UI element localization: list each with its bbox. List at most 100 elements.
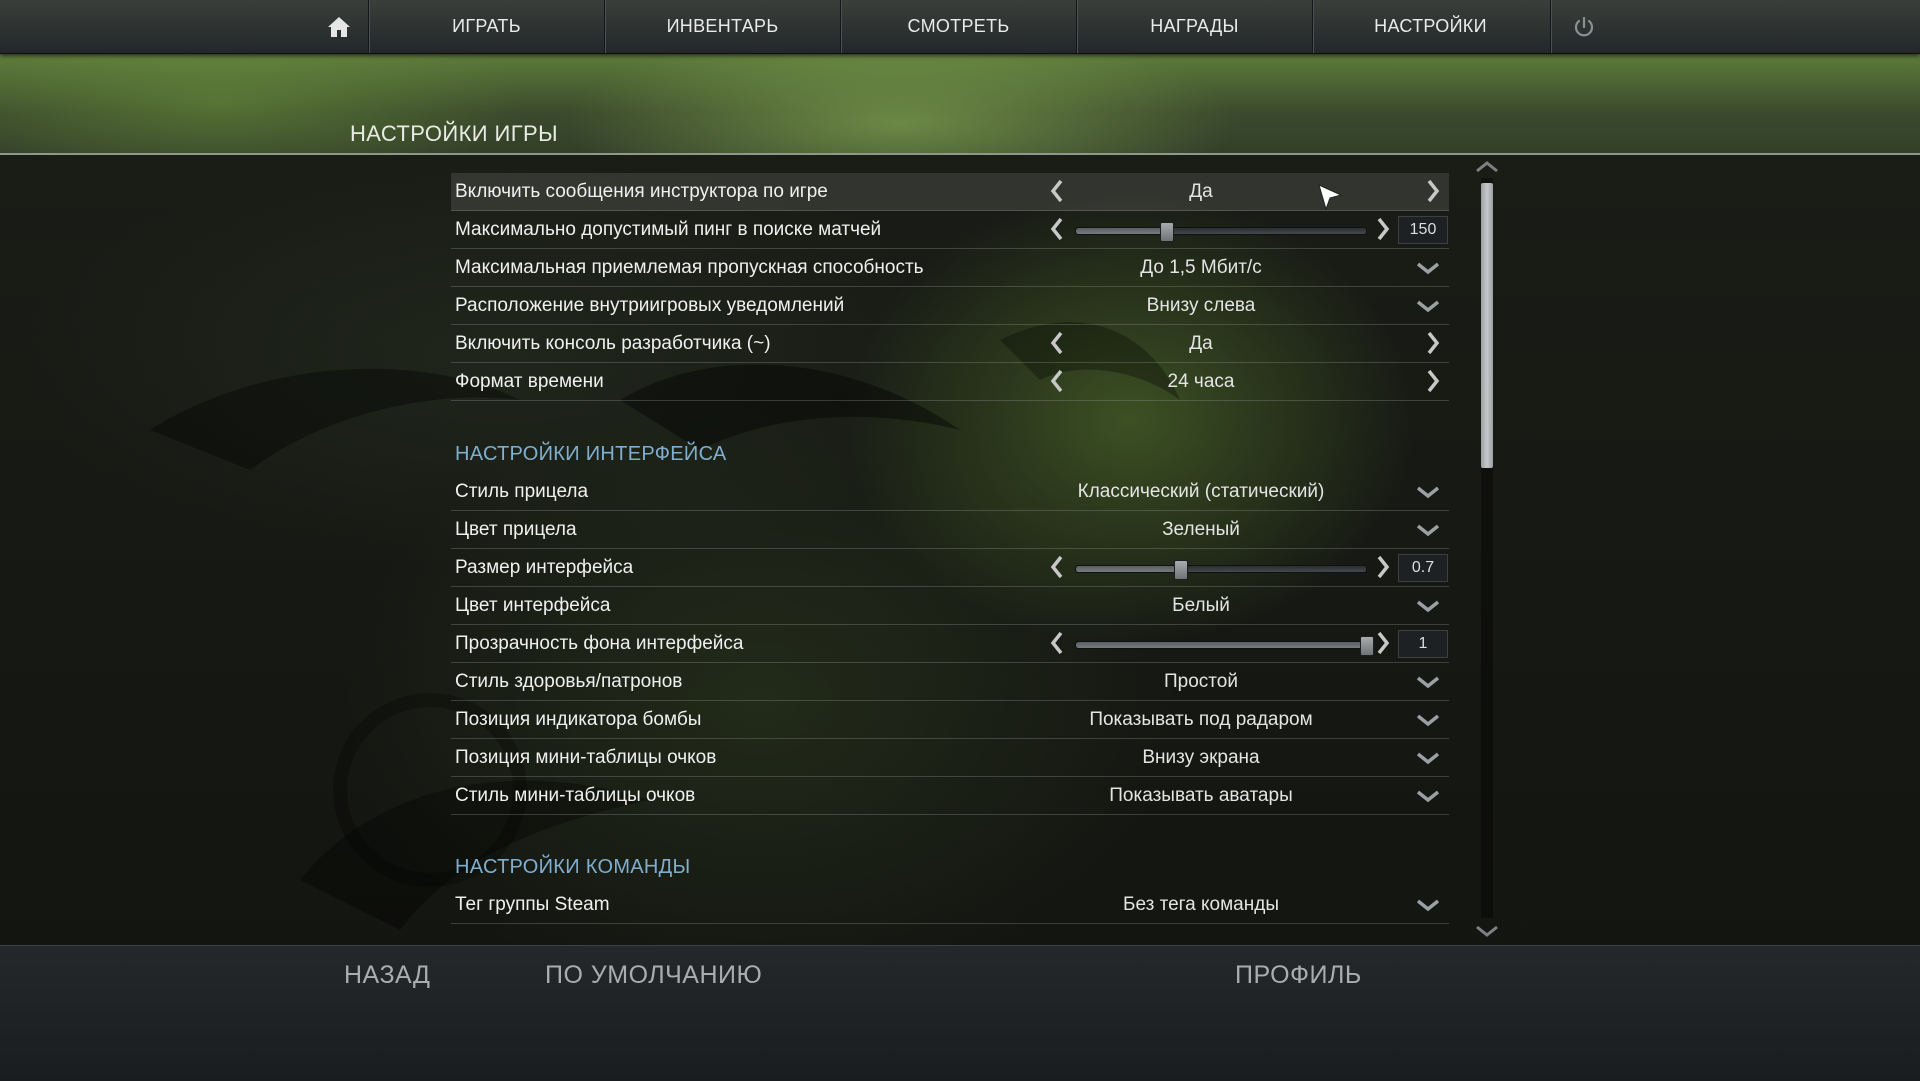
slider-fill <box>1076 566 1181 572</box>
chevron-down-icon[interactable] <box>1415 481 1441 503</box>
chevron-down-icon[interactable] <box>1415 747 1441 769</box>
setting-label: Стиль прицела <box>455 481 589 502</box>
scrollbar-track[interactable] <box>1481 178 1493 918</box>
setting-row-instructor[interactable]: Включить сообщения инструктора по игре Д… <box>451 173 1449 211</box>
setting-row-mini-scoreboard-position[interactable]: Позиция мини-таблицы очков Внизу экрана <box>451 739 1449 777</box>
setting-row-health-style[interactable]: Стиль здоровья/патронов Простой <box>451 663 1449 701</box>
page-title: НАСТРОЙКИ ИГРЫ <box>350 121 559 146</box>
slider-fill <box>1076 642 1366 648</box>
chevron-down-icon[interactable] <box>1415 671 1441 693</box>
reset-defaults-button[interactable]: ПО УМОЛЧАНИЮ <box>545 961 762 990</box>
setting-label: Стиль мини-таблицы очков <box>455 785 696 806</box>
chevron-down-icon[interactable] <box>1415 709 1441 731</box>
chevron-right-icon[interactable] <box>1421 328 1445 358</box>
setting-value: Да <box>1189 333 1213 354</box>
bottom-bar: НАЗАД ПО УМОЛЧАНИЮ ПРОФИЛЬ <box>0 945 1920 1081</box>
setting-value: Внизу экрана <box>1142 747 1260 768</box>
nav-settings[interactable]: НАСТРОЙКИ <box>1312 0 1548 53</box>
setting-row-crosshair-style[interactable]: Стиль прицела Классический (статический) <box>451 473 1449 511</box>
slider-thumb[interactable] <box>1174 560 1189 580</box>
ping-slider[interactable] <box>1075 222 1367 242</box>
setting-value: Классический (статический) <box>1077 481 1325 502</box>
scroll-down-button[interactable] <box>1474 922 1500 940</box>
setting-row-max-ping[interactable]: Максимально допустимый пинг в поиске мат… <box>451 211 1449 249</box>
home-icon <box>327 16 350 37</box>
chevron-left-icon[interactable] <box>1045 628 1069 658</box>
setting-label: Цвет прицела <box>455 519 577 540</box>
setting-label: Формат времени <box>455 371 604 392</box>
setting-value: Внизу слева <box>1146 295 1256 316</box>
setting-row-hud-color[interactable]: Цвет интерфейса Белый <box>451 587 1449 625</box>
setting-row-hud-alpha[interactable]: Прозрачность фона интерфейса 1 <box>451 625 1449 663</box>
hud-alpha-slider[interactable] <box>1075 636 1374 656</box>
slider-thumb[interactable] <box>1159 222 1174 242</box>
section-title-team: НАСТРОЙКИ КОМАНДЫ <box>455 856 691 878</box>
nav-play[interactable]: ИГРАТЬ <box>368 0 604 53</box>
setting-label: Включить сообщения инструктора по игре <box>455 181 828 202</box>
header-band: НАСТРОЙКИ ИГРЫ <box>0 53 1920 155</box>
chevron-up-icon <box>1476 161 1498 173</box>
chevron-right-icon[interactable] <box>1371 552 1395 582</box>
setting-row-bandwidth[interactable]: Максимальная приемлемая пропускная спосо… <box>451 249 1449 287</box>
setting-label: Цвет интерфейса <box>455 595 611 616</box>
setting-value: 24 часа <box>1167 371 1235 392</box>
power-button[interactable] <box>1550 0 1616 53</box>
section-title-interface: НАСТРОЙКИ ИНТЕРФЕЙСА <box>455 443 727 465</box>
slider-value-field[interactable]: 0.7 <box>1398 554 1448 582</box>
chevron-right-icon[interactable] <box>1371 628 1395 658</box>
slider-fill <box>1076 228 1166 234</box>
setting-label: Позиция индикатора бомбы <box>455 709 702 730</box>
chevron-left-icon[interactable] <box>1045 176 1069 206</box>
setting-row-crosshair-color[interactable]: Цвет прицела Зеленый <box>451 511 1449 549</box>
chevron-right-icon[interactable] <box>1371 214 1395 244</box>
setting-value: Зеленый <box>1162 519 1240 540</box>
setting-row-hud-scale[interactable]: Размер интерфейса 0.7 <box>451 549 1449 587</box>
slider-value-field[interactable]: 150 <box>1398 216 1448 244</box>
nav-watch[interactable]: СМОТРЕТЬ <box>840 0 1076 53</box>
mouse-cursor-icon <box>1318 184 1343 211</box>
back-button[interactable]: НАЗАД <box>344 961 430 990</box>
setting-row-bomb-position[interactable]: Позиция индикатора бомбы Показывать под … <box>451 701 1449 739</box>
chevron-down-icon[interactable] <box>1415 295 1441 317</box>
setting-row-dev-console[interactable]: Включить консоль разработчика (~) Да <box>451 325 1449 363</box>
setting-value: Простой <box>1164 671 1238 692</box>
setting-label: Расположение внутриигровых уведомлений <box>455 295 845 316</box>
chevron-left-icon[interactable] <box>1045 214 1069 244</box>
chevron-left-icon[interactable] <box>1045 366 1069 396</box>
home-button[interactable] <box>310 0 367 53</box>
setting-label: Максимальная приемлемая пропускная спосо… <box>455 257 924 278</box>
settings-panel: Включить сообщения инструктора по игре Д… <box>451 170 1449 925</box>
setting-value: Белый <box>1172 595 1230 616</box>
setting-label: Тег группы Steam <box>455 894 610 915</box>
chevron-right-icon[interactable] <box>1421 176 1445 206</box>
chevron-down-icon[interactable] <box>1415 257 1441 279</box>
setting-row-notifications[interactable]: Расположение внутриигровых уведомлений В… <box>451 287 1449 325</box>
setting-label: Позиция мини-таблицы очков <box>455 747 717 768</box>
profile-button[interactable]: ПРОФИЛЬ <box>1235 961 1362 990</box>
top-nav: ИГРАТЬ ИНВЕНТАРЬ СМОТРЕТЬ НАГРАДЫ НАСТРО… <box>0 0 1920 54</box>
chevron-left-icon[interactable] <box>1045 328 1069 358</box>
nav-inventory[interactable]: ИНВЕНТАРЬ <box>604 0 840 53</box>
setting-value: Да <box>1189 181 1213 202</box>
chevron-down-icon[interactable] <box>1415 894 1441 916</box>
setting-row-steam-group-tag[interactable]: Тег группы Steam Без тега команды <box>451 886 1449 924</box>
chevron-down-icon[interactable] <box>1415 595 1441 617</box>
setting-label: Стиль здоровья/патронов <box>455 671 683 692</box>
power-icon <box>1574 16 1593 36</box>
setting-row-mini-scoreboard-style[interactable]: Стиль мини-таблицы очков Показывать ават… <box>451 777 1449 815</box>
scrollbar-thumb[interactable] <box>1481 183 1493 468</box>
setting-label: Прозрачность фона интерфейса <box>455 633 744 654</box>
setting-label: Максимально допустимый пинг в поиске мат… <box>455 219 882 240</box>
setting-row-time-format[interactable]: Формат времени 24 часа <box>451 363 1449 401</box>
scroll-up-button[interactable] <box>1474 158 1500 176</box>
chevron-down-icon[interactable] <box>1415 785 1441 807</box>
setting-value: Показывать под радаром <box>1089 709 1313 730</box>
slider-value-field[interactable]: 1 <box>1398 630 1448 658</box>
hud-scale-slider[interactable] <box>1075 560 1367 580</box>
chevron-down-icon <box>1476 925 1498 937</box>
chevron-down-icon[interactable] <box>1415 519 1441 541</box>
chevron-left-icon[interactable] <box>1045 552 1069 582</box>
chevron-right-icon[interactable] <box>1421 366 1445 396</box>
nav-rewards[interactable]: НАГРАДЫ <box>1076 0 1312 53</box>
setting-value: Показывать аватары <box>1109 785 1293 806</box>
